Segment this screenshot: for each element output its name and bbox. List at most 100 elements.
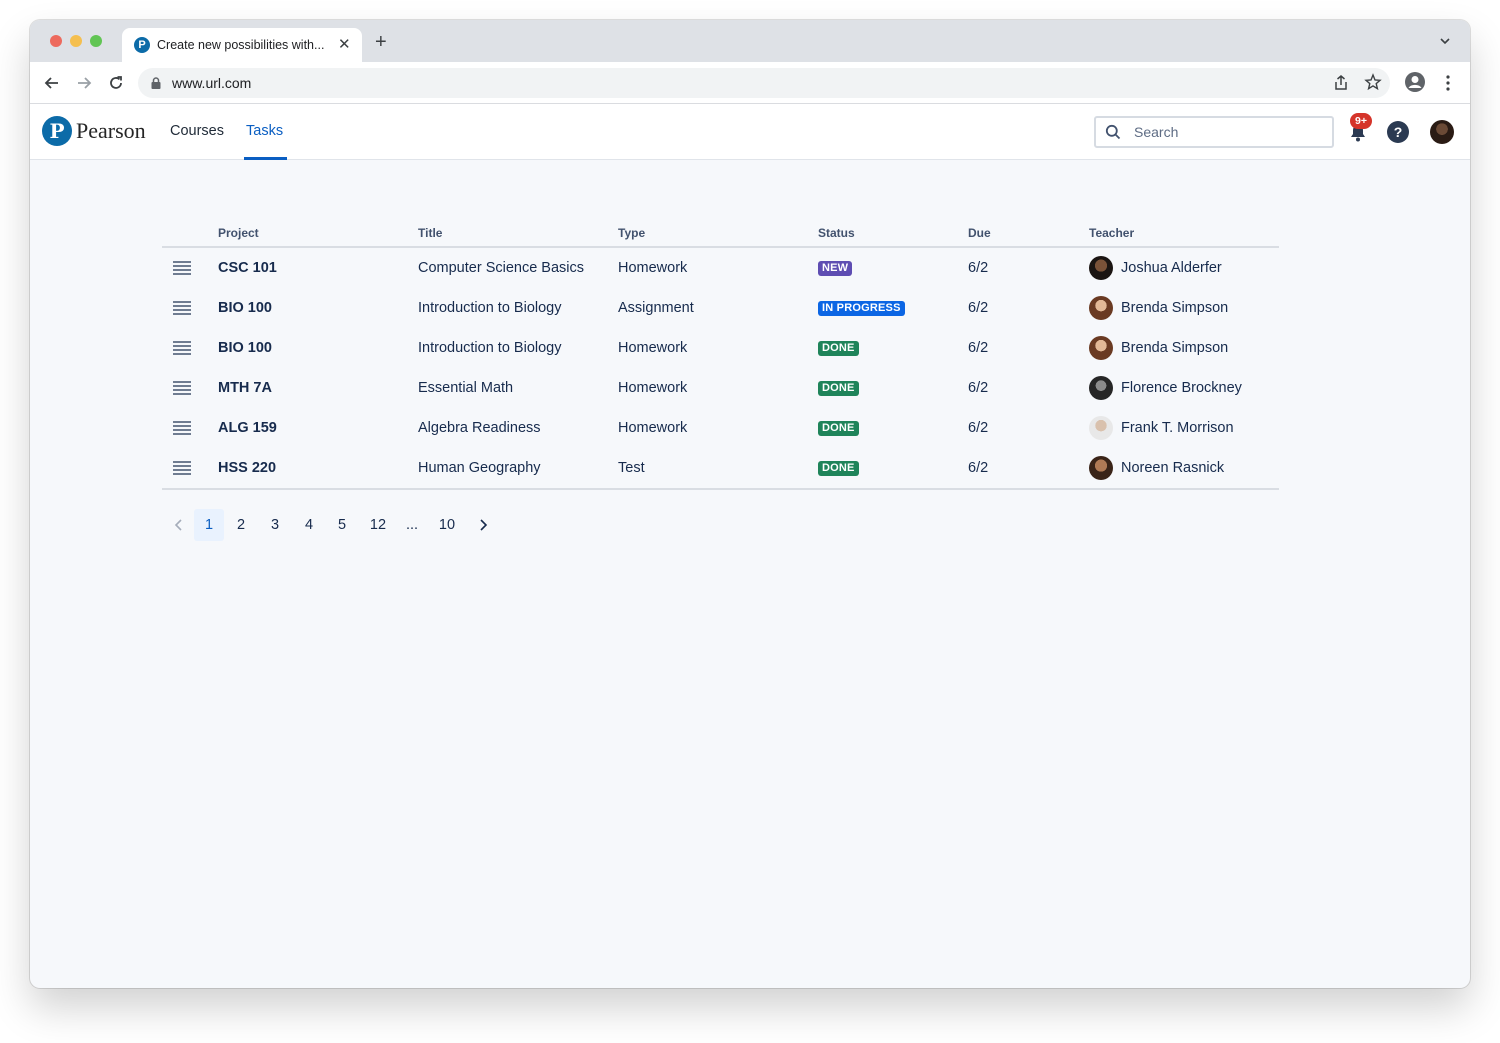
drag-handle-icon[interactable] xyxy=(172,341,192,355)
type-cell: Test xyxy=(618,460,645,476)
forward-arrow-icon[interactable] xyxy=(74,73,94,93)
chevron-right-icon[interactable] xyxy=(476,518,490,532)
search-input[interactable] xyxy=(1134,122,1324,142)
search-field[interactable] xyxy=(1094,116,1334,148)
back-arrow-icon[interactable] xyxy=(42,73,62,93)
active-nav-indicator xyxy=(244,157,287,160)
project-cell: CSC 101 xyxy=(218,260,277,276)
project-cell: BIO 100 xyxy=(218,300,272,316)
column-header-status[interactable]: Status xyxy=(818,226,855,240)
new-tab-icon[interactable]: + xyxy=(375,32,387,52)
title-cell: Introduction to Biology xyxy=(418,300,562,316)
title-cell: Human Geography xyxy=(418,460,541,476)
due-cell: 6/2 xyxy=(968,420,989,436)
status-badge: DONE xyxy=(818,341,859,356)
close-window-button[interactable] xyxy=(50,35,62,47)
chevron-left-icon[interactable] xyxy=(172,518,186,532)
pearson-favicon-icon: P xyxy=(134,37,150,53)
table-row[interactable]: HSS 220 Human Geography Test DONE 6/2 No… xyxy=(162,448,1279,488)
table-row[interactable]: MTH 7A Essential Math Homework DONE 6/2 … xyxy=(162,368,1279,408)
due-cell: 6/2 xyxy=(968,260,989,276)
address-bar[interactable]: www.url.com xyxy=(138,68,1390,98)
tab-strip: P Create new possibilities with... ✕ + xyxy=(30,20,1470,62)
page-ellipsis: ... xyxy=(405,517,419,533)
column-header-title[interactable]: Title xyxy=(418,226,442,240)
type-cell: Homework xyxy=(618,420,688,436)
tab-title: Create new possibilities with... xyxy=(157,38,325,52)
title-cell: Computer Science Basics xyxy=(418,260,585,276)
app-header: P Pearson Courses Tasks 9+ ? xyxy=(30,104,1470,160)
column-header-teacher[interactable]: Teacher xyxy=(1089,226,1134,240)
project-cell: HSS 220 xyxy=(218,460,277,476)
due-cell: 6/2 xyxy=(968,380,989,396)
status-badge: IN PROGRESS xyxy=(818,301,905,316)
page-10-button[interactable]: 10 xyxy=(433,509,461,541)
table-row[interactable]: BIO 100 Introduction to Biology Assignme… xyxy=(162,288,1279,328)
table-row[interactable]: ALG 159 Algebra Readiness Homework DONE … xyxy=(162,408,1279,448)
pearson-logo-icon[interactable]: P xyxy=(42,116,72,146)
page-2-button[interactable]: 2 xyxy=(232,509,250,541)
teacher-avatar xyxy=(1089,376,1113,400)
project-cell: MTH 7A xyxy=(218,380,272,396)
teacher-avatar xyxy=(1089,416,1113,440)
type-cell: Assignment xyxy=(618,300,694,316)
maximize-window-button[interactable] xyxy=(90,35,102,47)
bookmark-star-icon[interactable] xyxy=(1364,73,1382,91)
teacher-avatar xyxy=(1089,336,1113,360)
minimize-window-button[interactable] xyxy=(70,35,82,47)
chevron-down-icon[interactable] xyxy=(1440,36,1450,46)
page-12-button[interactable]: 12 xyxy=(365,509,391,541)
lock-icon xyxy=(151,77,161,89)
teacher-avatar xyxy=(1089,296,1113,320)
teacher-cell: Brenda Simpson xyxy=(1121,340,1229,356)
drag-handle-icon[interactable] xyxy=(172,381,192,395)
table-header: Project Title Type Status Due Teacher xyxy=(162,220,1279,248)
pearson-logo-text[interactable]: Pearson xyxy=(76,118,146,144)
browser-tab-active[interactable]: P Create new possibilities with... ✕ xyxy=(122,28,362,62)
status-badge: DONE xyxy=(818,461,859,476)
teacher-avatar xyxy=(1089,456,1113,480)
close-tab-icon[interactable]: ✕ xyxy=(338,37,351,53)
table-row[interactable]: CSC 101 Computer Science Basics Homework… xyxy=(162,248,1279,288)
share-icon[interactable] xyxy=(1332,74,1350,92)
teacher-avatar xyxy=(1089,256,1113,280)
status-badge: DONE xyxy=(818,381,859,396)
type-cell: Homework xyxy=(618,380,688,396)
project-cell: BIO 100 xyxy=(218,340,272,356)
column-header-type[interactable]: Type xyxy=(618,226,645,240)
table-body: CSC 101 Computer Science Basics Homework… xyxy=(162,248,1279,490)
page-3-button[interactable]: 3 xyxy=(266,509,284,541)
project-cell: ALG 159 xyxy=(218,420,277,436)
title-cell: Introduction to Biology xyxy=(418,340,562,356)
title-cell: Algebra Readiness xyxy=(418,420,541,436)
drag-handle-icon[interactable] xyxy=(172,301,192,315)
table-row[interactable]: BIO 100 Introduction to Biology Homework… xyxy=(162,328,1279,368)
drag-handle-icon[interactable] xyxy=(172,421,192,435)
teacher-cell: Frank T. Morrison xyxy=(1121,420,1234,436)
help-icon[interactable]: ? xyxy=(1387,121,1409,143)
type-cell: Homework xyxy=(618,260,688,276)
drag-handle-icon[interactable] xyxy=(172,261,192,275)
tasks-table: Project Title Type Status Due Teacher CS… xyxy=(162,220,1279,490)
browser-toolbar: www.url.com xyxy=(30,62,1470,104)
drag-handle-icon[interactable] xyxy=(172,461,192,475)
due-cell: 6/2 xyxy=(968,300,989,316)
reload-icon[interactable] xyxy=(106,73,126,93)
column-header-due[interactable]: Due xyxy=(968,226,991,240)
status-badge: DONE xyxy=(818,421,859,436)
user-avatar[interactable] xyxy=(1430,120,1454,144)
title-cell: Essential Math xyxy=(418,380,514,396)
url-text: www.url.com xyxy=(172,75,252,91)
more-menu-icon[interactable] xyxy=(1442,74,1454,92)
notification-count-badge: 9+ xyxy=(1350,113,1372,129)
browser-profile-icon[interactable] xyxy=(1404,71,1426,93)
column-header-project[interactable]: Project xyxy=(218,226,259,240)
nav-courses[interactable]: Courses xyxy=(170,123,224,139)
page-5-button[interactable]: 5 xyxy=(333,509,351,541)
browser-window: P Create new possibilities with... ✕ + w… xyxy=(30,20,1470,988)
page-4-button[interactable]: 4 xyxy=(300,509,318,541)
search-icon xyxy=(1105,124,1121,140)
due-cell: 6/2 xyxy=(968,460,989,476)
nav-tasks[interactable]: Tasks xyxy=(246,123,283,139)
page-1-button[interactable]: 1 xyxy=(194,509,224,541)
